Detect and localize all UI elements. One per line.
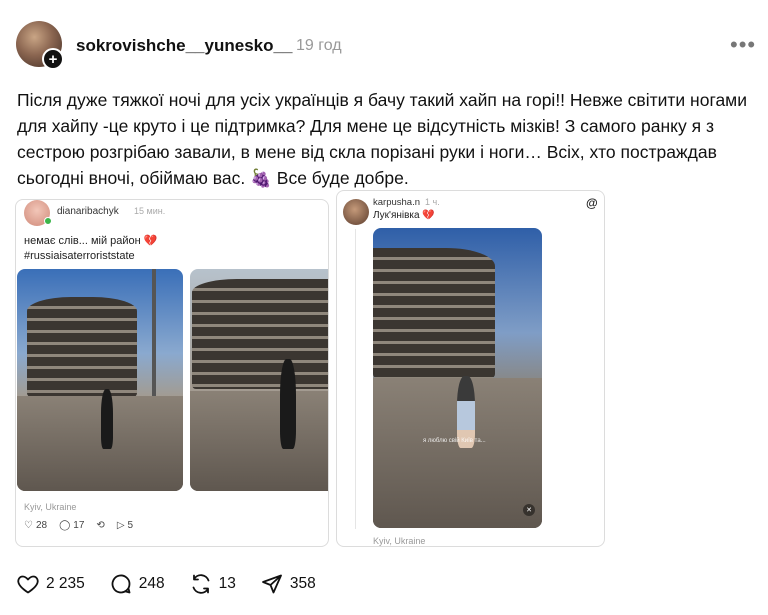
ruined-building [192,279,328,389]
heart-icon: ♡ [24,520,33,531]
embed-title: Лук'янівка 💔 [373,210,435,221]
embedded-image-2[interactable]: karpusha.n 1 ч. Лук'янівка 💔 @ я люблю с… [336,190,605,547]
embed-shares-count: 5 [127,520,134,531]
comment-count: 248 [138,575,165,592]
heart-icon [17,575,39,594]
embed-time: 15 мин. [134,206,166,216]
online-dot-icon [44,217,52,225]
video-caption: я люблю свій Київ та... [423,438,486,444]
embed-shares: ▷ 5 [117,520,133,531]
threads-logo-icon: @ [586,196,598,210]
broken-heart-icon: 💔 [143,235,158,247]
embed-comments-count: 17 [73,520,85,531]
embed-comments: ◯ 17 [59,520,84,531]
broken-heart-icon: 💔 [422,210,435,221]
person-figure [101,389,113,449]
person-figure [280,359,296,449]
post-actions: 2 235 248 13 358 [16,572,340,596]
embed-hashtag: #russiaisaterroriststate [24,250,135,262]
embedded-image-1[interactable]: dianaribachyk 15 мин. немає слів... мій … [15,199,329,547]
like-button[interactable]: 2 235 [16,572,85,596]
ruined-building [373,248,495,378]
post-username[interactable]: sokrovishche__yunesko__ [76,36,292,56]
share-icon [262,574,282,594]
embed-repost: ⟲ [96,520,104,531]
rubble [17,396,183,491]
comment-icon: ◯ [59,520,71,531]
ruined-building [27,297,137,397]
embed-text: немає слів... мій район 💔 #russiaisaterr… [24,234,158,264]
embed-likes-count: 28 [35,520,48,531]
embed-photo-right [190,269,328,491]
embed-username: karpusha.n [373,197,421,208]
repost-icon: ⟲ [96,520,105,531]
post-text: Після дуже тяжкої ночі для усіх українці… [17,87,752,191]
comment-button[interactable]: 248 [109,572,165,596]
embed-title-text: Лук'янівка [373,210,420,221]
comment-icon [111,574,131,594]
embed-stats: ♡ 28 ◯ 17 ⟲ ▷ 5 [24,520,133,531]
thread-line [355,229,356,529]
follow-plus-icon[interactable]: + [42,48,64,70]
embed-time: 1 ч. [425,197,440,207]
embed-text-line: немає слів... мій район [24,235,141,247]
share-button[interactable]: 358 [260,572,316,596]
embed-username: dianaribachyk [57,206,119,217]
embed-likes: ♡ 28 [24,520,47,531]
repost-icon [192,574,210,594]
repost-count: 13 [218,575,236,592]
mute-icon[interactable]: ✕ [523,504,535,516]
embed-video: я люблю свій Київ та... ✕ [373,228,542,528]
embed-location: Kyiv, Ukraine [373,536,426,546]
embed-avatar [343,199,369,225]
embed-photo-left [17,269,183,491]
post-time: 19 год [296,37,342,54]
grape-emoji-icon: 🍇 [250,168,272,188]
post-body-end: Все буде добре. [276,168,409,188]
share-count: 358 [289,575,316,592]
more-options-icon[interactable]: ••• [730,32,756,58]
repost-button[interactable]: 13 [189,572,236,596]
embed-location: Kyiv, Ukraine [24,502,77,512]
like-count: 2 235 [46,575,85,592]
share-icon: ▷ [116,520,125,531]
rubble [190,391,328,491]
